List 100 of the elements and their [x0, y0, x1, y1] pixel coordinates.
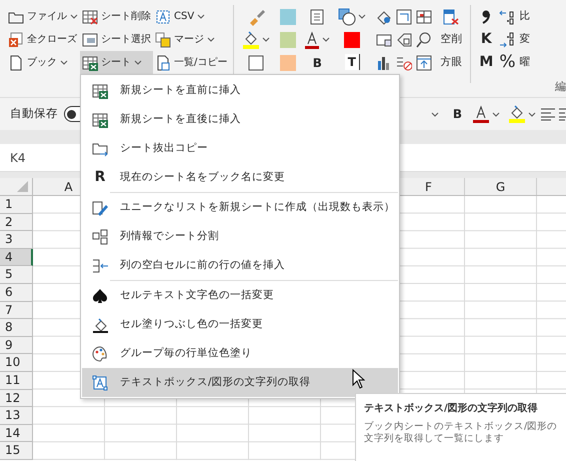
ribbon-button[interactable]: シート選択 — [80, 28, 153, 51]
row-header[interactable]: 3 — [0, 231, 33, 249]
menu-item[interactable]: シート抜出コピー — [82, 134, 398, 163]
ribbon-button[interactable]: CSV — [153, 5, 230, 28]
menu-item[interactable]: 列の空白セルに前の行の値を挿入 — [82, 251, 398, 280]
bold-button[interactable]: B — [310, 51, 324, 74]
ribbon-button[interactable]: 一覧/コピー — [153, 51, 230, 74]
percent-button[interactable]: % — [497, 51, 518, 74]
row-header[interactable]: 7 — [0, 302, 33, 320]
list-copy-icon — [155, 54, 171, 70]
button-label: 変 — [518, 32, 532, 47]
autosave-label: 自動保存 — [10, 105, 58, 122]
row-header[interactable]: 11 — [0, 372, 33, 390]
search-icon[interactable] — [416, 32, 432, 48]
align-center-icon[interactable] — [558, 107, 566, 121]
menu-item[interactable]: セルテキスト文字色の一括変更 — [82, 281, 398, 310]
clear-icon[interactable] — [443, 8, 460, 24]
ribbon-button[interactable]: ファイル — [6, 5, 80, 28]
ribbon-button[interactable]: シート削除 — [80, 5, 153, 28]
ribbon-button[interactable]: 空削 — [438, 28, 464, 51]
font-color-icon[interactable] — [304, 30, 320, 48]
tooltip-title: テキストボックス/図形の文字列の取得 — [364, 401, 538, 416]
row-header[interactable]: 13 — [0, 407, 33, 425]
textbox-button[interactable]: T — [344, 54, 360, 70]
tooltip-description: ブック内シートのテキストボックス/図形の文字列を取得して一覧にします — [364, 420, 558, 446]
bold-button[interactable]: B — [450, 102, 464, 126]
cursor-icon — [352, 369, 365, 389]
tag-icon[interactable] — [396, 32, 412, 48]
shapes-icon[interactable] — [338, 8, 356, 26]
fill-color-icon[interactable] — [242, 30, 260, 48]
picture-frame-icon[interactable] — [376, 32, 392, 48]
ribbon-button[interactable]: マージ — [153, 28, 230, 51]
row-header[interactable]: 8 — [0, 319, 33, 337]
ribbon-button[interactable]: 全クローズ — [6, 28, 80, 51]
color-swatch[interactable] — [344, 32, 360, 48]
fill-color-icon[interactable] — [508, 105, 526, 123]
grid-icon[interactable] — [416, 8, 432, 24]
ribbon-button[interactable]: ブック — [6, 51, 80, 74]
spade-icon — [92, 288, 108, 304]
sheet-insert-icon — [92, 82, 108, 98]
menu-item[interactable]: セル塗りつぶし色の一括変更 — [82, 310, 398, 339]
menu-item[interactable]: 列情報でシート分割 — [82, 222, 398, 251]
caret-icon — [528, 112, 536, 116]
ribbon-button[interactable]: シート — [80, 51, 153, 74]
window-icon[interactable] — [396, 8, 412, 24]
menu-item[interactable]: テキストボックス/図形の文字列の取得 — [82, 368, 398, 397]
comma-icon[interactable] — [481, 8, 492, 24]
merge-icon — [155, 32, 171, 48]
close-all-icon — [8, 32, 24, 48]
sheet-select-icon — [82, 32, 98, 48]
caret-icon — [322, 37, 330, 42]
paint-bucket-icon — [92, 316, 108, 332]
color-swatch[interactable] — [280, 54, 296, 70]
caret-icon — [430, 112, 439, 116]
row-header[interactable]: 2 — [0, 214, 33, 232]
column-header[interactable]: G — [465, 178, 537, 195]
sheet-delete-icon — [82, 8, 98, 24]
list-icon[interactable] — [310, 8, 324, 24]
menu-item[interactable]: 新規シートを直後に挿入 — [82, 105, 398, 134]
folder-arrow-icon — [92, 140, 108, 156]
row-header[interactable]: 4 — [0, 248, 33, 266]
ribbon-button[interactable]: M — [477, 51, 496, 74]
decimal-increase-icon[interactable] — [499, 8, 516, 24]
caret-icon — [492, 112, 500, 116]
color-swatch[interactable] — [280, 32, 296, 48]
decimal-decrease-icon[interactable] — [499, 32, 516, 48]
row-header[interactable]: 15 — [0, 442, 33, 460]
square-icon[interactable] — [248, 54, 264, 70]
font-color-icon[interactable] — [472, 105, 490, 123]
button-label: 比 — [518, 8, 532, 24]
button-label: 曜 — [518, 54, 532, 70]
ribbon-button[interactable]: 方眼 — [438, 51, 464, 74]
align-left-icon[interactable] — [540, 107, 556, 121]
caret-icon — [358, 14, 366, 19]
menu-item[interactable]: グループ毎の行単位色塗り — [82, 339, 398, 368]
fill-down-icon — [92, 258, 108, 274]
split-icon — [92, 228, 108, 244]
row-header[interactable]: 10 — [0, 354, 33, 372]
sheet-icon — [82, 54, 98, 70]
text-box-icon — [155, 8, 171, 24]
list-block-icon[interactable] — [396, 54, 412, 70]
row-header[interactable]: 14 — [0, 424, 33, 442]
text-box-icon — [92, 374, 108, 390]
color-swatch[interactable] — [280, 8, 296, 24]
row-header[interactable]: 1 — [0, 196, 33, 214]
list-pen-icon — [92, 200, 108, 216]
row-header[interactable]: 6 — [0, 284, 33, 302]
menu-item[interactable]: 新規シートを直前に挿入 — [82, 76, 398, 105]
shape-gear-icon[interactable] — [376, 8, 392, 24]
ribbon-button[interactable]: K — [478, 28, 494, 51]
row-header[interactable]: 12 — [0, 390, 33, 408]
palette-icon — [92, 346, 108, 362]
group-label: 編 — [555, 78, 566, 94]
select-all-icon — [17, 181, 28, 192]
row-header[interactable]: 5 — [0, 266, 33, 284]
document-icon — [8, 54, 24, 70]
row-header[interactable]: 9 — [0, 336, 33, 354]
upload-icon[interactable] — [416, 54, 432, 70]
caret-icon — [262, 37, 270, 42]
menu-item[interactable]: ユニークなリストを新規シートに作成（出現数も表示） — [82, 193, 398, 222]
